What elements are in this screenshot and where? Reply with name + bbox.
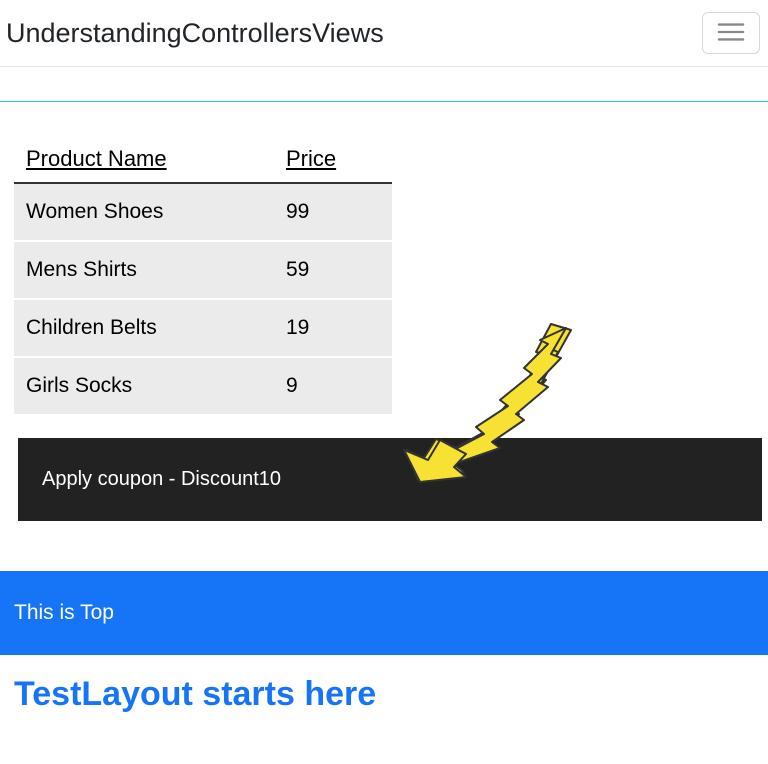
coupon-text: Apply coupon - Discount10 (42, 468, 281, 490)
top-bar-text: This is Top (14, 601, 114, 624)
navbar-toggle-button[interactable] (702, 12, 760, 54)
cell-price: 9 (274, 357, 392, 415)
coupon-banner: Apply coupon - Discount10 (18, 438, 762, 521)
table-row: Children Belts 19 (14, 299, 392, 357)
table-row: Mens Shirts 59 (14, 241, 392, 299)
cell-price: 99 (274, 183, 392, 241)
table-row: Women Shoes 99 (14, 183, 392, 241)
navbar: UnderstandingControllersViews (0, 0, 768, 67)
header-product: Product Name (14, 136, 274, 183)
hamburger-icon (717, 20, 745, 47)
cell-name: Girls Socks (14, 357, 274, 415)
brand-title[interactable]: UnderstandingControllersViews (6, 18, 384, 49)
layout-heading: TestLayout starts here (0, 655, 768, 718)
top-bar: This is Top (0, 571, 768, 655)
cell-name: Mens Shirts (14, 241, 274, 299)
product-table: Product Name Price Women Shoes 99 Mens S… (14, 136, 392, 416)
cell-price: 59 (274, 241, 392, 299)
header-price: Price (274, 136, 392, 183)
cell-name: Children Belts (14, 299, 274, 357)
table-row: Girls Socks 9 (14, 357, 392, 415)
main-content: Product Name Price Women Shoes 99 Mens S… (0, 102, 768, 561)
cell-price: 19 (274, 299, 392, 357)
cell-name: Women Shoes (14, 183, 274, 241)
